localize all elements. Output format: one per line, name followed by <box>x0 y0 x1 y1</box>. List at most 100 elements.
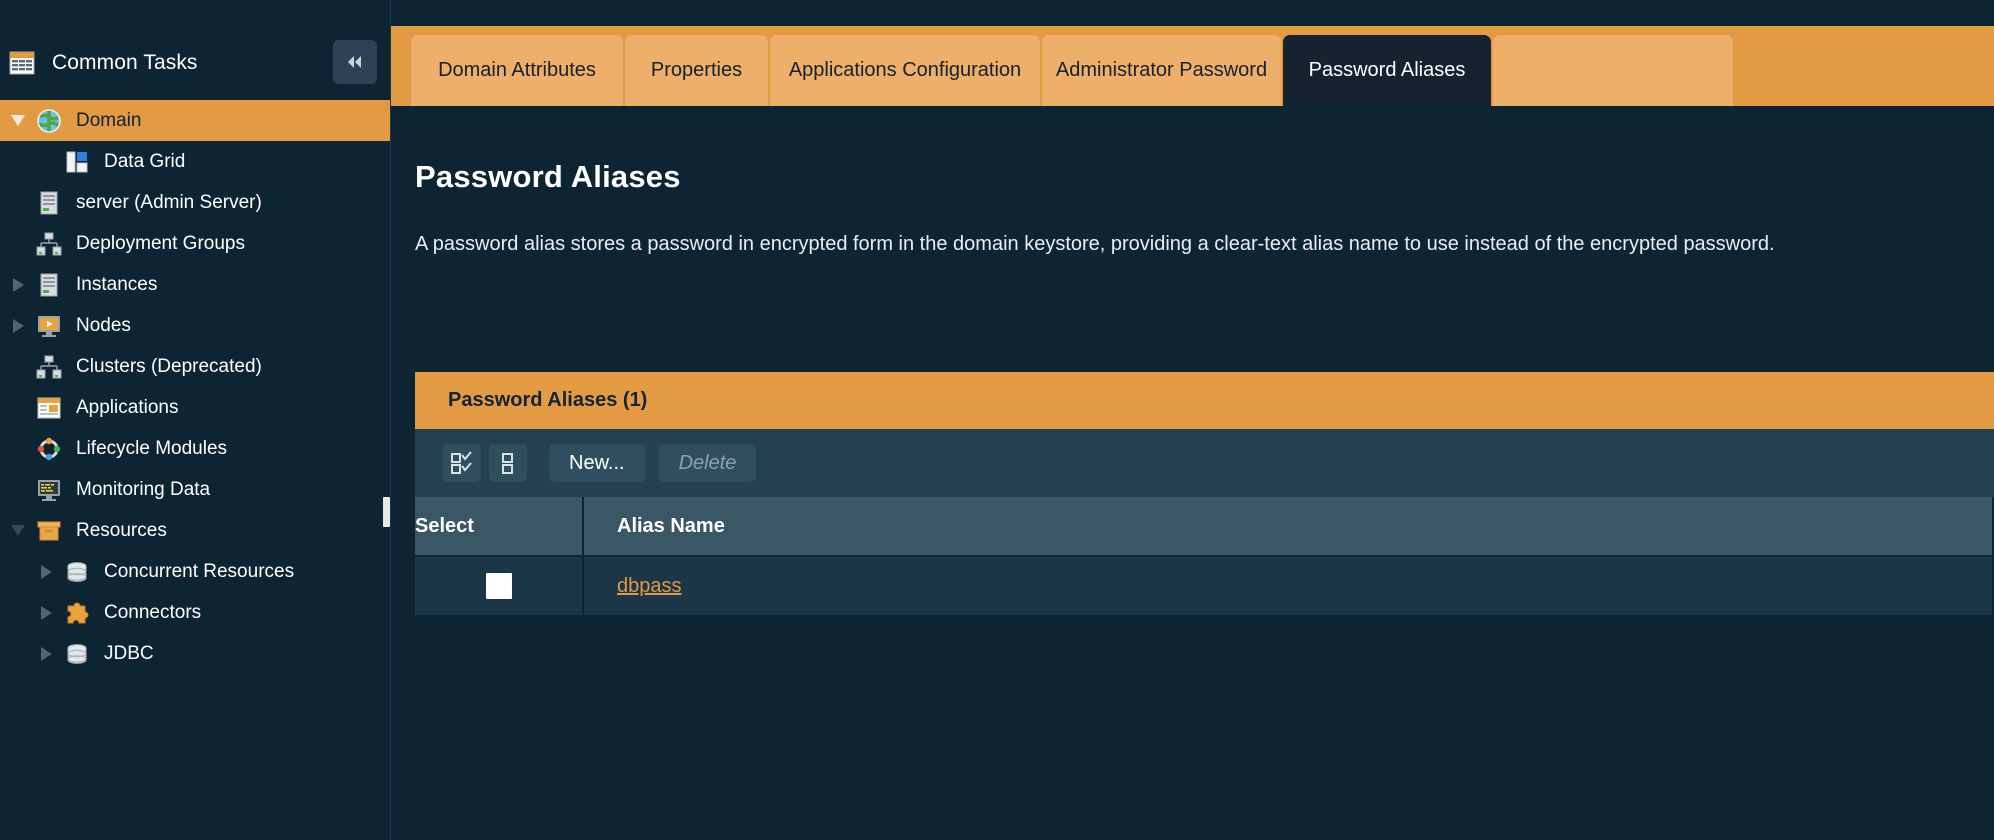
sidebar-item-label: Domain <box>76 110 141 132</box>
sidebar-item-label: Lifecycle Modules <box>76 438 227 460</box>
common-tasks-label: Common Tasks <box>52 51 198 75</box>
page-title: Password Aliases <box>415 159 681 195</box>
twisty-arrow <box>13 319 24 333</box>
tab-strip: Domain Attributes Properties Applications … <box>391 26 1994 106</box>
sidebar-item-label: Data Grid <box>104 151 185 173</box>
table-report-icon <box>8 49 36 77</box>
tab-password-aliases[interactable]: Password Aliases <box>1283 35 1491 106</box>
sidebar-item-label: server (Admin Server) <box>76 192 262 214</box>
monitoring-icon <box>36 477 62 503</box>
twisty-arrow <box>13 278 24 292</box>
sidebar-item-clusters-deprecated[interactable]: Clusters (Deprecated) <box>0 346 391 387</box>
main-area: Domain Attributes Properties Applications … <box>391 0 1994 840</box>
twisty-arrow <box>41 647 52 661</box>
tab-label: Properties <box>651 59 742 82</box>
globe-icon <box>36 108 62 134</box>
applications-icon <box>36 395 62 421</box>
sidebar: Common Tasks Domain Data Grid server (Admi… <box>0 0 391 840</box>
sidebar-top-spacer <box>0 0 391 26</box>
chevron-right-icon[interactable] <box>36 562 56 582</box>
select-all-icon[interactable] <box>443 444 481 482</box>
chevron-right-icon[interactable] <box>36 603 56 623</box>
database-icon <box>64 559 90 585</box>
sidebar-item-jdbc[interactable]: JDBC <box>0 633 391 674</box>
resources-box-icon <box>36 518 62 544</box>
table-head: Select Alias Name <box>415 497 1993 556</box>
sidebar-item-concurrent-resources[interactable]: Concurrent Resources <box>0 551 391 592</box>
server-icon <box>36 190 62 216</box>
panel-header: Password Aliases (1) <box>415 372 1994 429</box>
password-aliases-table: Select Alias Name dbpass <box>415 497 1994 615</box>
twisty-arrow <box>11 525 25 536</box>
sidebar-item-connectors[interactable]: Connectors <box>0 592 391 633</box>
server-icon <box>36 272 62 298</box>
lifecycle-icon <box>36 436 62 462</box>
panel-toolbar: New... Delete <box>415 429 1994 497</box>
chevron-down-icon[interactable] <box>8 521 28 541</box>
navigation-tree: Domain Data Grid server (Admin Server) Depl… <box>0 100 391 674</box>
tab-applications-configuration[interactable]: Applications Configuration <box>770 35 1040 106</box>
twisty-arrow <box>11 115 25 126</box>
app-root: Common Tasks Domain Data Grid server (Admi… <box>0 0 1994 840</box>
table-row: dbpass <box>415 556 1993 615</box>
tab-administrator-password[interactable]: Administrator Password <box>1042 35 1281 106</box>
tab-domain-attributes[interactable]: Domain Attributes <box>411 35 623 106</box>
sidebar-item-server-admin-server[interactable]: server (Admin Server) <box>0 182 391 223</box>
new-button[interactable]: New... <box>549 444 645 482</box>
double-chevron-left-icon <box>344 53 366 71</box>
sidebar-item-label: Deployment Groups <box>76 233 245 255</box>
sidebar-item-resources[interactable]: Resources <box>0 510 391 551</box>
sidebar-item-lifecycle-modules[interactable]: Lifecycle Modules <box>0 428 391 469</box>
column-header-alias-name[interactable]: Alias Name <box>583 497 1993 556</box>
sidebar-item-label: Applications <box>76 397 178 419</box>
deselect-all-icon[interactable] <box>489 444 527 482</box>
sidebar-item-applications[interactable]: Applications <box>0 387 391 428</box>
table-body: dbpass <box>415 556 1993 615</box>
tab-label: Domain Attributes <box>438 59 596 82</box>
tab-label: Applications Configuration <box>789 59 1021 82</box>
chevron-right-icon[interactable] <box>8 316 28 336</box>
alias-name-link[interactable]: dbpass <box>617 575 682 597</box>
cluster-icon <box>36 231 62 257</box>
chevron-right-icon[interactable] <box>8 275 28 295</box>
row-checkbox[interactable] <box>486 573 512 599</box>
sidebar-item-label: JDBC <box>104 643 154 665</box>
column-header-select[interactable]: Select <box>415 497 583 556</box>
cluster-icon <box>36 354 62 380</box>
sidebar-item-instances[interactable]: Instances <box>0 264 391 305</box>
sidebar-item-data-grid[interactable]: Data Grid <box>0 141 391 182</box>
sidebar-item-label: Nodes <box>76 315 131 337</box>
sidebar-item-label: Connectors <box>104 602 201 624</box>
puzzle-icon <box>64 600 90 626</box>
chevron-down-icon[interactable] <box>8 111 28 131</box>
data-grid-icon <box>64 149 90 175</box>
page-description: A password alias stores a password in en… <box>415 231 1994 258</box>
sidebar-item-label: Monitoring Data <box>76 479 210 501</box>
sidebar-scrollbar-thumb[interactable] <box>383 497 390 527</box>
tab-label: Administrator Password <box>1056 59 1267 82</box>
sidebar-item-deployment-groups[interactable]: Deployment Groups <box>0 223 391 264</box>
sidebar-item-nodes[interactable]: Nodes <box>0 305 391 346</box>
table-header-row: Select Alias Name <box>415 497 1993 556</box>
common-tasks-header[interactable]: Common Tasks <box>0 26 391 100</box>
tab-properties[interactable]: Properties <box>625 35 768 106</box>
content-area: Password Aliases A password alias stores… <box>391 106 1994 840</box>
tab-label: Password Aliases <box>1309 59 1466 82</box>
sidebar-item-domain[interactable]: Domain <box>0 100 391 141</box>
sidebar-item-label: Resources <box>76 520 167 542</box>
tab-next-partial[interactable] <box>1493 35 1733 106</box>
panel-header-label: Password Aliases (1) <box>448 389 647 412</box>
sidebar-item-label: Instances <box>76 274 157 296</box>
monitor-node-icon <box>36 313 62 339</box>
chevron-right-icon[interactable] <box>36 644 56 664</box>
database-icon <box>64 641 90 667</box>
sidebar-item-label: Concurrent Resources <box>104 561 294 583</box>
sidebar-item-monitoring-data[interactable]: Monitoring Data <box>0 469 391 510</box>
delete-button[interactable]: Delete <box>659 444 757 482</box>
collapse-sidebar-button[interactable] <box>333 40 377 84</box>
password-aliases-panel: Password Aliases (1) <box>415 372 1994 615</box>
sidebar-item-label: Clusters (Deprecated) <box>76 356 262 378</box>
twisty-arrow <box>41 606 52 620</box>
row-alias-name-cell: dbpass <box>583 556 1993 615</box>
twisty-arrow <box>41 565 52 579</box>
